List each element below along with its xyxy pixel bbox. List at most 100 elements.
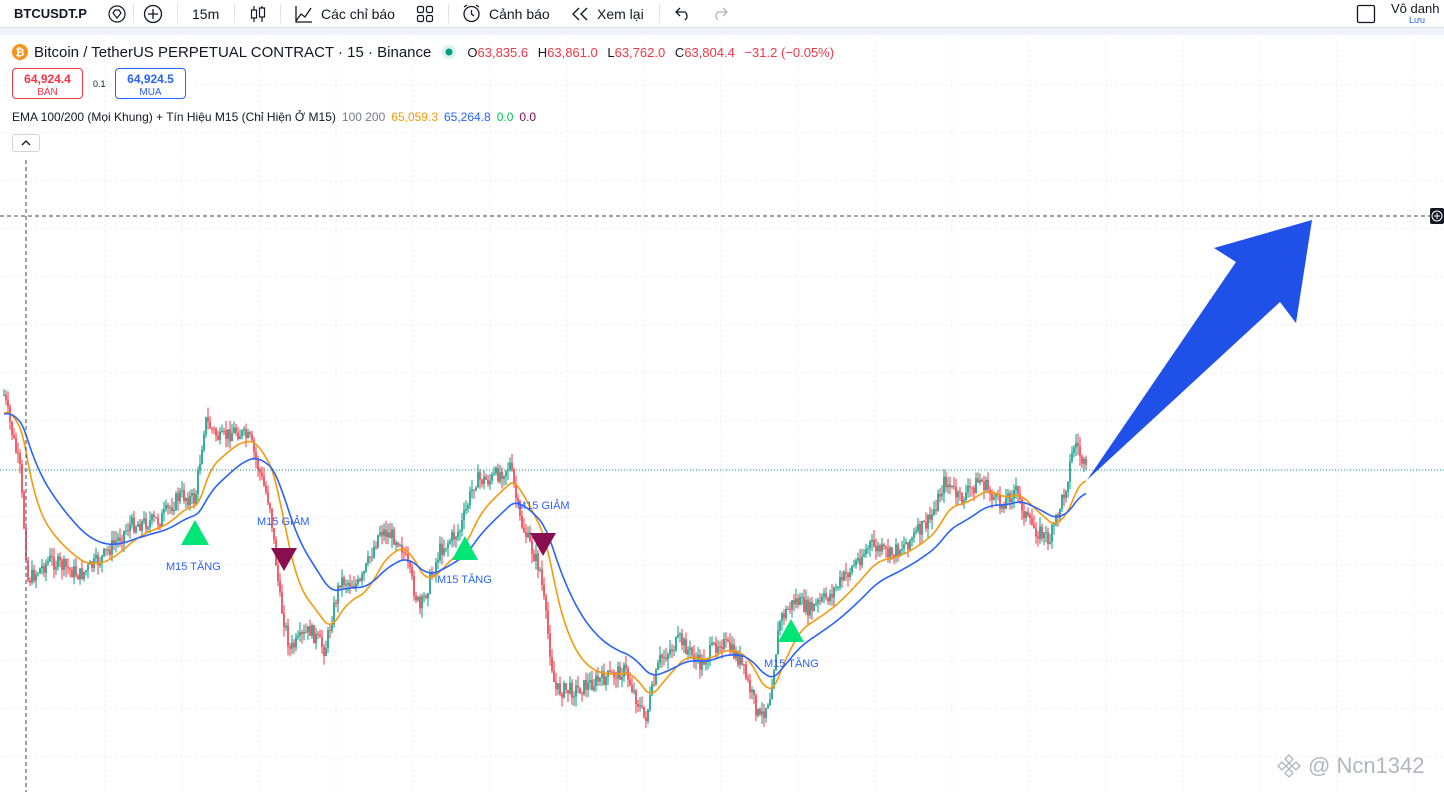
- candle-body: [447, 543, 449, 549]
- collapse-legend-button[interactable]: [12, 134, 40, 152]
- buy-button[interactable]: 64,924.5 MUA: [115, 68, 186, 99]
- alarm-clock-icon[interactable]: [461, 3, 482, 24]
- user-name[interactable]: Vô danh: [1391, 1, 1439, 16]
- replay-button[interactable]: Xem lại: [597, 0, 644, 27]
- candle-body: [11, 421, 13, 435]
- indicators-icon[interactable]: [294, 4, 314, 24]
- indicator-legend[interactable]: EMA 100/200 (Mọi Khung) + Tín Hiệu M15 (…: [12, 110, 542, 124]
- candle-body: [165, 505, 167, 510]
- candle-body: [871, 539, 873, 542]
- candle-body: [349, 583, 351, 587]
- candle-body: [277, 565, 279, 581]
- candle-body: [143, 518, 145, 522]
- candle-body: [689, 647, 691, 650]
- candle-body: [125, 530, 127, 532]
- candle-body: [183, 490, 185, 501]
- candle-body: [197, 470, 199, 494]
- candle-body: [793, 600, 795, 605]
- candle-body: [509, 462, 511, 470]
- candle-body: [869, 541, 871, 548]
- candle-body: [851, 566, 853, 573]
- candle-body: [575, 685, 577, 697]
- candle-body: [957, 491, 959, 498]
- candle-body: [535, 553, 537, 561]
- layout-grid-icon[interactable]: [416, 5, 434, 23]
- candle-body: [661, 655, 663, 659]
- candle-body: [863, 554, 865, 557]
- change-value: −31.2 (−0.05%): [744, 44, 835, 60]
- toolbar-separator-band: [0, 28, 1444, 35]
- candle-body: [291, 642, 293, 649]
- diamond-icon[interactable]: [108, 5, 126, 23]
- candle-body: [439, 543, 441, 561]
- candle-body: [857, 558, 859, 561]
- candle-body: [1033, 524, 1035, 529]
- replay-rewind-icon[interactable]: [571, 6, 589, 22]
- candle-body: [743, 664, 745, 666]
- indicators-button[interactable]: Các chỉ báo: [321, 0, 395, 27]
- candle-body: [655, 669, 657, 685]
- candle-body: [361, 574, 363, 581]
- interval-button[interactable]: 15m: [192, 0, 219, 27]
- candle-body: [215, 428, 217, 436]
- binance-logo-icon: [1276, 753, 1302, 779]
- candle-body: [85, 570, 87, 572]
- candle-body: [701, 658, 703, 670]
- candle-body: [189, 495, 191, 506]
- candle-body: [663, 657, 665, 659]
- candle-body: [801, 597, 803, 599]
- candle-body: [223, 430, 225, 432]
- candle-body: [21, 463, 23, 493]
- candle-body: [469, 491, 471, 506]
- fullscreen-checkbox-icon[interactable]: [1356, 4, 1376, 24]
- candle-body: [23, 492, 25, 528]
- candle-body: [941, 493, 943, 497]
- alerts-button[interactable]: Cảnh báo: [489, 0, 550, 27]
- candle-body: [659, 655, 661, 664]
- candle-body: [389, 532, 391, 539]
- add-alert-plus-icon[interactable]: [1430, 208, 1444, 224]
- signal-label-down: M15 GIẢM: [257, 516, 310, 528]
- candle-body: [127, 530, 129, 532]
- save-link[interactable]: Lưu: [1409, 15, 1425, 25]
- candle-body: [263, 476, 265, 486]
- candle-body: [647, 709, 649, 722]
- compare-plus-icon[interactable]: [143, 4, 163, 24]
- candle-body: [437, 560, 439, 563]
- candle-body: [1005, 497, 1007, 509]
- candle-body: [567, 690, 569, 694]
- sell-button[interactable]: 64,924.4 BÁN: [12, 68, 83, 99]
- candle-body: [17, 452, 19, 454]
- candle-body: [939, 493, 941, 497]
- candle-body: [251, 434, 253, 441]
- bitcoin-icon: ₿: [12, 44, 28, 60]
- candle-body: [453, 532, 455, 540]
- candle-body: [39, 568, 41, 574]
- toolbar-divider: [280, 4, 281, 23]
- candle-type-icon[interactable]: [248, 4, 268, 24]
- chart-canvas[interactable]: [0, 35, 1444, 792]
- candle-body: [935, 509, 937, 511]
- symbol-search[interactable]: BTCUSDT.P: [0, 0, 87, 27]
- candle-body: [611, 671, 613, 673]
- candle-body: [327, 630, 329, 648]
- candle-body: [371, 557, 373, 559]
- candles-layer: [3, 389, 1087, 729]
- high-value: 63,861.0: [547, 44, 598, 60]
- candle-body: [113, 539, 115, 544]
- candle-body: [479, 472, 481, 480]
- indicator-params: 100 200: [341, 110, 386, 124]
- candle-body: [1047, 532, 1049, 544]
- candle-body: [1035, 528, 1037, 537]
- candle-body: [699, 654, 701, 670]
- signal-up-value: 0.0: [496, 110, 514, 124]
- redo-icon[interactable]: [711, 5, 729, 21]
- candle-body: [119, 537, 121, 542]
- price-chart[interactable]: [0, 35, 1444, 792]
- candle-body: [423, 595, 425, 597]
- undo-icon[interactable]: [674, 5, 692, 21]
- candle-body: [1041, 526, 1043, 539]
- buy-label: MUA: [139, 87, 162, 98]
- candle-body: [887, 548, 889, 558]
- candle-body: [381, 532, 383, 536]
